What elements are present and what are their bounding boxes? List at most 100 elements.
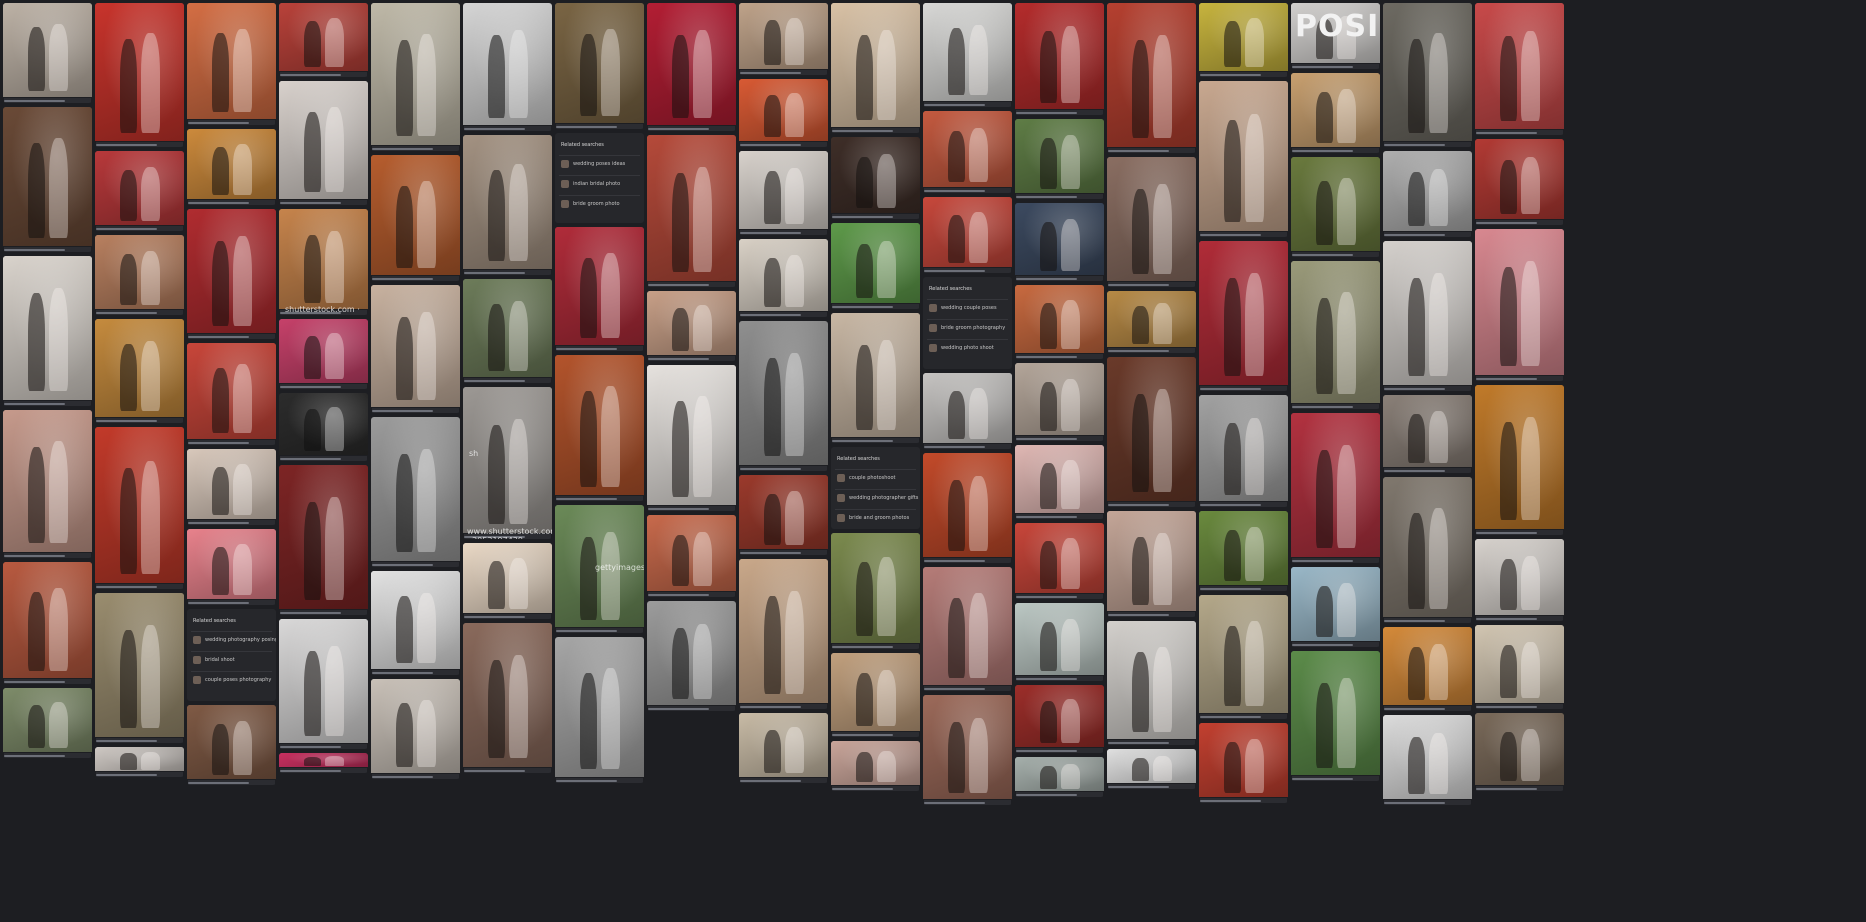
pin-card[interactable] [1383,151,1472,237]
pin-card[interactable] [1383,627,1472,711]
pin-card[interactable] [1475,625,1564,709]
pin-card[interactable] [555,355,644,501]
pin-card[interactable] [371,285,460,413]
pin-card[interactable] [463,543,552,619]
pin-card[interactable] [1107,291,1196,353]
pin-card[interactable]: gettyimages [555,505,644,633]
pin-card[interactable]: POSING [1291,3,1380,69]
related-search-item[interactable]: bridal shoot [191,651,272,668]
pin-card[interactable] [1015,445,1104,519]
pin-card[interactable] [95,747,184,777]
pin-card[interactable] [3,562,92,684]
pin-card[interactable] [187,129,276,205]
pin-card[interactable] [1199,3,1288,77]
pin-card[interactable] [923,197,1012,273]
pin-card[interactable] [371,571,460,675]
pin-card[interactable] [1291,651,1380,781]
pin-card[interactable] [3,688,92,758]
pin-card[interactable] [279,465,368,615]
pin-card[interactable] [95,3,184,147]
related-search-item[interactable]: wedding photography posing [191,631,276,648]
pin-card[interactable] [1107,157,1196,287]
pin-card[interactable] [831,223,920,309]
pin-card[interactable] [1383,241,1472,391]
pin-card[interactable] [95,427,184,589]
pin-card[interactable] [1199,81,1288,237]
pin-card[interactable] [555,3,644,129]
related-search-item[interactable]: wedding poses ideas [559,155,640,172]
pin-card[interactable] [1015,685,1104,753]
pin-card[interactable] [1199,395,1288,507]
pin-card[interactable] [1475,3,1564,135]
pin-card[interactable] [187,529,276,605]
pin-card[interactable] [1015,3,1104,115]
pin-card[interactable] [1475,139,1564,225]
pin-card[interactable] [95,319,184,423]
pin-card[interactable] [1015,285,1104,359]
pin-card[interactable] [187,3,276,125]
pin-card[interactable] [279,319,368,389]
pin-card[interactable] [1107,511,1196,617]
pin-card[interactable] [3,3,92,103]
pin-card[interactable] [1015,363,1104,441]
pin-card[interactable] [279,619,368,749]
related-search-item[interactable]: couple photoshoot [835,469,916,486]
pin-card[interactable] [647,601,736,711]
pin-card[interactable] [923,453,1012,563]
pin-card[interactable] [739,151,828,235]
pin-card[interactable] [187,705,276,785]
pin-card[interactable] [1199,595,1288,719]
pin-card[interactable] [1475,539,1564,621]
pin-card[interactable] [3,107,92,252]
pin-card[interactable] [739,713,828,783]
pin-card[interactable] [371,679,460,779]
pin-card[interactable] [279,3,368,77]
pin-card[interactable] [371,417,460,567]
pin-card[interactable] [1475,713,1564,791]
pin-card[interactable] [1107,3,1196,153]
pin-card[interactable] [831,533,920,649]
pin-card[interactable] [1291,157,1380,257]
pin-card[interactable] [1107,621,1196,745]
pin-card[interactable] [831,741,920,791]
pin-card[interactable] [831,137,920,219]
pin-card[interactable] [463,623,552,773]
related-search-item[interactable]: wedding photo shoot [927,339,1008,356]
pin-card[interactable] [831,313,920,443]
related-search-item[interactable]: indian bridal photo [559,175,640,192]
pin-card[interactable] [371,155,460,281]
pin-card[interactable] [1383,3,1472,147]
pin-card[interactable] [739,475,828,555]
pin-card[interactable] [371,3,460,151]
pin-card[interactable] [1015,203,1104,281]
pin-card[interactable] [463,3,552,131]
pin-card[interactable] [1291,567,1380,647]
pin-card[interactable] [739,239,828,317]
pin-card[interactable] [831,3,920,133]
related-search-item[interactable]: bride groom photo [559,195,640,212]
pin-card[interactable] [739,321,828,471]
pin-card[interactable] [923,695,1012,805]
pin-card[interactable] [1015,757,1104,797]
pin-card[interactable] [1383,715,1472,805]
pin-card[interactable] [923,111,1012,193]
pin-card[interactable] [187,449,276,525]
related-search-item[interactable]: bride groom photography [927,319,1008,336]
pin-card[interactable] [1199,241,1288,391]
pin-card[interactable] [923,3,1012,107]
pin-card[interactable] [923,373,1012,449]
pin-card[interactable] [739,559,828,709]
pin-card[interactable] [1475,385,1564,535]
pin-card[interactable] [95,235,184,315]
pin-card[interactable] [647,135,736,287]
pin-card[interactable] [647,291,736,361]
related-search-item[interactable]: couple poses photography [191,671,272,688]
pin-card[interactable] [647,515,736,597]
related-search-item[interactable]: wedding couple poses [927,299,1008,316]
pin-card[interactable] [279,81,368,205]
pin-card[interactable] [1291,261,1380,409]
pin-card[interactable] [1107,749,1196,789]
pin-card[interactable] [1015,119,1104,199]
pin-card[interactable] [1475,229,1564,381]
pin-card[interactable] [463,279,552,383]
